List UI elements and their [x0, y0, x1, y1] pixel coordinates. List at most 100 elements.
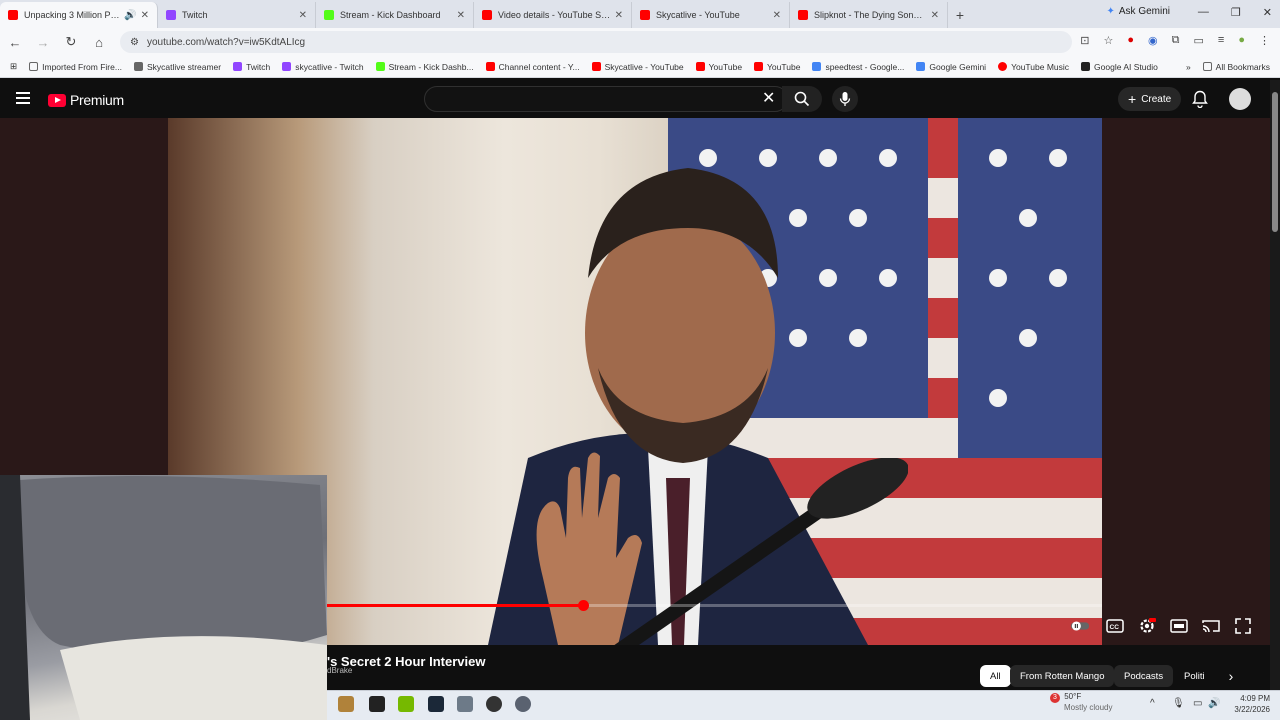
browser-toolbar-icons: ⊡ ☆ ● ◉ ⧉ ▭ ≡ ● ⋮	[1080, 34, 1270, 47]
hamburger-menu-icon[interactable]	[16, 92, 30, 104]
extensions-puzzle-icon[interactable]: ⧉	[1172, 34, 1180, 47]
youtube-icon	[695, 62, 705, 71]
search-input[interactable]	[424, 86, 788, 112]
bookmark-item[interactable]: Imported From Fire...	[29, 62, 122, 72]
tab-twitch[interactable]: Twitch ✕	[158, 2, 316, 28]
account-avatar[interactable]	[1229, 88, 1251, 110]
more-menu-icon[interactable]: ⋮	[1259, 34, 1270, 47]
profile-avatar-icon[interactable]: ●	[1238, 34, 1245, 47]
fullscreen-button[interactable]	[1233, 616, 1253, 636]
tab-youtube-studio[interactable]: Video details - YouTube Studio ✕	[474, 2, 632, 28]
bookmark-item[interactable]: Skycatlive streamer	[133, 62, 221, 72]
speaker-icon[interactable]: 🔊	[124, 10, 136, 21]
tray-chevron-icon[interactable]: ^	[1150, 698, 1155, 709]
youtube-music-icon	[998, 62, 1008, 71]
forward-icon[interactable]: →	[36, 35, 50, 50]
autoplay-toggle[interactable]	[1070, 616, 1090, 636]
scrollbar-thumb[interactable]	[1272, 92, 1278, 232]
minimize-icon[interactable]: —	[1198, 6, 1209, 19]
create-button[interactable]: + Create	[1118, 87, 1182, 111]
webcam-feed-image	[0, 475, 327, 720]
weather-desc: Mostly cloudy	[1064, 703, 1113, 712]
youtube-premium-logo[interactable]: Premium	[48, 92, 124, 108]
url-field[interactable]: ⚙ youtube.com/watch?v=iw5KdtALIcg	[120, 31, 1072, 53]
install-icon[interactable]: ⊡	[1080, 34, 1089, 47]
back-icon[interactable]: ←	[8, 35, 22, 50]
close-window-icon[interactable]: ✕	[1263, 6, 1272, 19]
weather-widget[interactable]: 3 50°F Mostly cloudy	[1044, 692, 1112, 713]
tab-skycatlive[interactable]: Skycatlive - YouTube ✕	[632, 2, 790, 28]
page-scrollbar[interactable]	[1270, 80, 1280, 690]
new-tab-button[interactable]: +	[948, 2, 972, 28]
taskbar-clock[interactable]: 4:09 PM 3/22/2026	[1226, 693, 1270, 715]
home-icon[interactable]: ⌂	[92, 35, 106, 50]
bookmark-item[interactable]: Stream - Kick Dashb...	[375, 61, 474, 72]
channel-name[interactable]: dBrake	[327, 666, 352, 675]
tab-label: Twitch	[182, 10, 208, 20]
ai-studio-icon	[1081, 62, 1091, 71]
chips-next-chevron-icon[interactable]: ›	[1222, 667, 1240, 685]
microphone-tray-icon[interactable]: 🎙	[1172, 698, 1185, 709]
tab-close-icon[interactable]: ✕	[931, 10, 939, 21]
tab-search-icon[interactable]: ▭	[1194, 34, 1204, 47]
cast-button[interactable]	[1201, 616, 1221, 636]
webcam-overlay	[0, 475, 327, 720]
steam-icon[interactable]	[428, 696, 444, 712]
site-info-icon[interactable]: ⚙	[130, 37, 139, 48]
maximize-icon[interactable]: ❐	[1231, 6, 1241, 19]
volume-icon[interactable]: 🔊	[1208, 698, 1220, 709]
subtitles-button[interactable]: CC	[1105, 616, 1125, 636]
bookmark-item[interactable]: skycatlive - Twitch	[282, 62, 364, 72]
progress-scrubber[interactable]	[578, 600, 589, 611]
screen: { "browser": { "tabs": [ {"label": "Unpa…	[0, 0, 1280, 720]
bookmark-item[interactable]: YouTube Music	[998, 62, 1069, 72]
apps-grid-icon[interactable]: ⊞	[10, 61, 17, 72]
chip-politics[interactable]: Politi	[1174, 665, 1214, 687]
bookmark-item[interactable]: Channel content - Y...	[485, 62, 580, 72]
reload-icon[interactable]: ↻	[64, 34, 78, 50]
calculator-icon[interactable]	[457, 696, 473, 712]
bookmark-item[interactable]: Twitch	[233, 62, 270, 72]
clear-search-icon[interactable]: ✕	[762, 90, 775, 108]
reading-list-icon[interactable]: ≡	[1218, 34, 1224, 47]
bookmark-label: Google Gemini	[929, 61, 987, 72]
bookmark-item[interactable]: Google AI Studio	[1081, 62, 1158, 72]
tab-unpacking[interactable]: Unpacking 3 Million Pages 🔊 ✕	[0, 2, 158, 28]
extension-red-icon[interactable]: ●	[1127, 34, 1134, 47]
notifications-bell-icon[interactable]	[1192, 90, 1208, 108]
more-bookmarks-button[interactable]: »	[1186, 62, 1191, 72]
tab-label: Slipknot - The Dying Song (Tim	[814, 10, 927, 20]
bookmark-item[interactable]: Google Gemini	[916, 62, 986, 72]
voice-search-button[interactable]	[832, 86, 858, 112]
settings-button[interactable]	[1137, 616, 1157, 636]
bookmark-label: Stream - Kick Dashb...	[388, 61, 474, 72]
settings-app-icon[interactable]	[515, 696, 531, 712]
ask-gemini-button[interactable]: ✦ Ask Gemini	[1106, 6, 1170, 17]
tab-close-icon[interactable]: ✕	[299, 10, 307, 21]
network-icon[interactable]: ▭	[1193, 698, 1202, 709]
tab-kick[interactable]: Stream - Kick Dashboard ✕	[316, 2, 474, 28]
tab-strip: Unpacking 3 Million Pages 🔊 ✕ Twitch ✕ S…	[0, 0, 1280, 28]
epic-games-icon[interactable]	[369, 696, 385, 712]
nvidia-icon[interactable]	[398, 696, 414, 712]
tab-close-icon[interactable]: ✕	[141, 10, 149, 21]
chip-podcasts[interactable]: Podcasts	[1114, 665, 1174, 687]
extension-blue-icon[interactable]: ◉	[1148, 34, 1158, 47]
tab-close-icon[interactable]: ✕	[773, 10, 781, 21]
tab-close-icon[interactable]: ✕	[615, 10, 623, 21]
tab-close-icon[interactable]: ✕	[457, 10, 465, 21]
bookmark-item[interactable]: YouTube	[754, 62, 800, 72]
bookmark-item[interactable]: speedtest - Google...	[812, 62, 904, 72]
chip-all[interactable]: All	[980, 665, 1011, 687]
bookmark-star-icon[interactable]: ☆	[1104, 34, 1114, 47]
microphone-icon	[839, 92, 851, 106]
all-bookmarks-button[interactable]: All Bookmarks	[1202, 62, 1270, 72]
theater-mode-button[interactable]	[1169, 616, 1189, 636]
tab-slipknot[interactable]: Slipknot - The Dying Song (Tim ✕	[790, 2, 948, 28]
bookmark-item[interactable]: Skycatlive - YouTube	[591, 62, 684, 72]
bookmark-item[interactable]: YouTube	[695, 62, 742, 72]
chip-from-rotten-mango[interactable]: From Rotten Mango	[1010, 665, 1115, 687]
taskbar-app-icon[interactable]	[338, 696, 354, 712]
search-button[interactable]	[782, 86, 822, 112]
obs-icon[interactable]	[486, 696, 502, 712]
